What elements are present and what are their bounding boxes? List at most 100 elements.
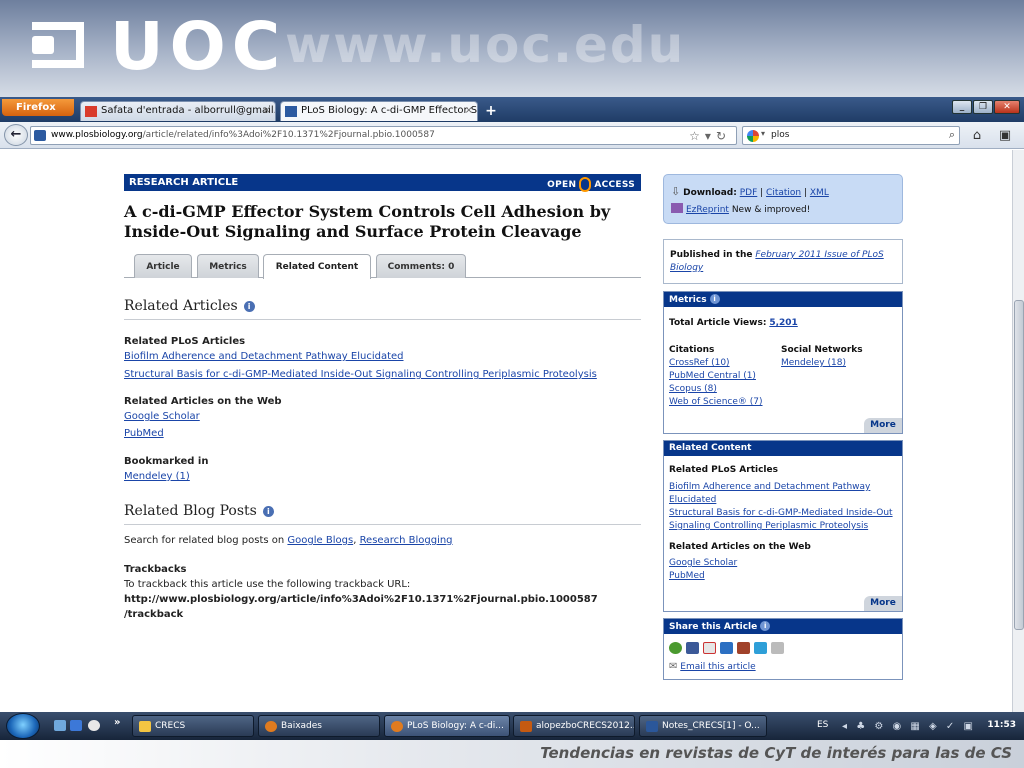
info-icon[interactable]: i [262, 506, 274, 517]
bookmark-star-icon[interactable]: ☆▾↻ [689, 129, 731, 143]
scopus-link[interactable]: Scopus (8) [669, 383, 717, 396]
taskbar-item-plos[interactable]: PLoS Biology: A c-di... [384, 715, 510, 737]
crossref-link[interactable]: CrossRef (10) [669, 357, 730, 370]
taskbar-item-baixades[interactable]: Baixades [258, 715, 380, 737]
wos-link[interactable]: Web of Science® (7) [669, 396, 763, 409]
firefox-menu-button[interactable]: Firefox [2, 99, 74, 116]
ezreprint-icon [671, 203, 683, 213]
share-icons [669, 642, 897, 654]
citation-link[interactable]: Citation [766, 188, 801, 198]
close-icon[interactable]: × [465, 105, 473, 116]
delicious-icon[interactable] [771, 642, 784, 654]
sidebar-related-web-heading: Related Articles on the Web [669, 542, 811, 552]
trackbacks-text: To trackback this article use the follow… [124, 579, 411, 590]
trackbacks-section: Trackbacks To trackback this article use… [124, 562, 644, 622]
facebook-icon[interactable] [686, 642, 699, 654]
mendeley-link[interactable]: Mendeley (1) [124, 469, 190, 484]
taskbar-item-alopezbo[interactable]: alopezboCRECS2012... [513, 715, 635, 737]
url-path: /article/related/info%3Adoi%2F10.1371%2F… [142, 130, 435, 140]
stumbleupon-icon[interactable] [669, 642, 682, 654]
page-scrollbar[interactable] [1012, 150, 1024, 712]
taskbar-item-crecs[interactable]: CRECS [132, 715, 254, 737]
tab-related-content[interactable]: Related Content [263, 254, 371, 279]
tray-icons[interactable]: ◂ ♣ ⚙ ◉ ▦ ◈ ✓ ▣ [842, 721, 982, 732]
mendeley-social-link[interactable]: Mendeley (18) [781, 357, 846, 370]
connotea-icon[interactable] [720, 642, 733, 654]
tab-plos[interactable]: PLoS Biology: A c-di-GMP Effector Sy... … [280, 101, 478, 121]
chevron-down-icon[interactable]: ▾ [761, 129, 765, 138]
article-tabs: Article Metrics Related Content Comments… [124, 254, 641, 279]
tab-gmail[interactable]: Safata d'entrada - alborrull@gmail.co...… [80, 101, 276, 121]
research-article-banner: RESEARCH ARTICLE OPEN ACCESS [124, 174, 641, 192]
share-heading: Share this Article [669, 622, 758, 632]
explorer-quicklaunch-icon[interactable] [70, 720, 82, 731]
taskbar-label: alopezboCRECS2012... [536, 721, 635, 731]
chevron-right-icon[interactable]: » [114, 717, 120, 728]
clock[interactable]: 11:53 [987, 720, 1016, 730]
sidebar-google-scholar-link[interactable]: Google Scholar [669, 557, 737, 570]
clock-quicklaunch-icon[interactable] [88, 720, 100, 731]
digg-icon[interactable] [703, 642, 716, 654]
search-bar[interactable]: ▾ plos ⌕ [742, 126, 960, 145]
ezreprint-link[interactable]: EzReprint [686, 205, 729, 215]
open-access-lock-icon [579, 177, 592, 192]
google-scholar-link[interactable]: Google Scholar [124, 409, 200, 424]
window-close-button[interactable]: ✕ [994, 100, 1020, 114]
ezreprint-note: New & improved! [731, 205, 811, 215]
related-more-button[interactable]: More [864, 596, 902, 611]
home-icon[interactable]: ⌂ [966, 126, 988, 145]
share-box: Share this Article i ✉ Email this article [663, 618, 903, 680]
minimize-button[interactable]: _ [952, 100, 972, 114]
firefox-icon [265, 721, 277, 732]
tab-comments[interactable]: Comments: 0 [376, 254, 466, 278]
info-icon[interactable]: i [709, 294, 720, 304]
related-plos-heading: Related PLoS Articles [124, 336, 246, 347]
back-button[interactable]: ← [4, 124, 28, 146]
share-header: Share this Article i [664, 619, 902, 634]
info-icon[interactable]: i [760, 621, 771, 631]
close-icon[interactable]: × [263, 105, 271, 116]
open-access-badge: OPEN ACCESS [547, 177, 635, 192]
pdf-link[interactable]: PDF [740, 188, 758, 198]
tools-icon[interactable]: ▣ [994, 126, 1016, 145]
google-blogs-link[interactable]: Google Blogs [287, 535, 353, 546]
pmc-link[interactable]: PubMed Central (1) [669, 370, 756, 383]
heading-text: Related Articles [124, 298, 238, 314]
tab-article[interactable]: Article [134, 254, 192, 278]
email-article-link[interactable]: Email this article [680, 662, 755, 672]
related-plos-link[interactable]: Biofilm Adherence and Detachment Pathway… [124, 349, 404, 364]
search-input[interactable]: plos [771, 130, 789, 140]
url-bar[interactable]: www.plosbiology.org/article/related/info… [30, 126, 737, 145]
web-page: RESEARCH ARTICLE OPEN ACCESS A c-di-GMP E… [0, 150, 1012, 712]
metrics-box: Metrics i Total Article Views: 5,201 Cita… [663, 291, 903, 434]
plos-icon [285, 106, 297, 117]
sidebar-related-link[interactable]: Biofilm Adherence and Detachment Pathway… [669, 481, 897, 507]
citeulike-icon[interactable] [737, 642, 750, 654]
google-icon [747, 130, 759, 142]
scrollbar-thumb[interactable] [1014, 300, 1024, 630]
info-icon[interactable]: i [243, 301, 255, 312]
related-content-header: Related Content [664, 441, 902, 456]
taskbar-item-notes[interactable]: Notes_CRECS[1] - O... [639, 715, 767, 737]
pubmed-link[interactable]: PubMed [124, 426, 164, 441]
start-button[interactable] [6, 713, 40, 739]
twitter-icon[interactable] [754, 642, 767, 654]
sidebar-related-link[interactable]: Structural Basis for c-di-GMP-Mediated I… [669, 507, 897, 533]
sidebar-pubmed-link[interactable]: PubMed [669, 570, 705, 583]
language-indicator[interactable]: ES [817, 720, 828, 730]
restore-button[interactable]: ❐ [973, 100, 993, 114]
metrics-more-button[interactable]: More [864, 418, 902, 433]
show-desktop-icon[interactable] [54, 720, 66, 731]
xml-link[interactable]: XML [810, 188, 829, 198]
trackbacks-heading: Trackbacks [124, 564, 187, 575]
blog-search-text: Search for related blog posts on Google … [124, 533, 644, 548]
bookmarked-section: Bookmarked in Mendeley (1) [124, 454, 644, 484]
bookmarked-heading: Bookmarked in [124, 456, 209, 467]
search-icon[interactable]: ⌕ [949, 128, 955, 142]
new-tab-button[interactable]: + [482, 102, 500, 120]
research-blogging-link[interactable]: Research Blogging [360, 535, 453, 546]
browser-nav-bar: ← www.plosbiology.org/article/related/in… [0, 122, 1024, 149]
tab-metrics[interactable]: Metrics [197, 254, 259, 278]
total-views-link[interactable]: 5,201 [769, 318, 797, 328]
related-plos-link[interactable]: Structural Basis for c-di-GMP-Mediated I… [124, 367, 597, 382]
